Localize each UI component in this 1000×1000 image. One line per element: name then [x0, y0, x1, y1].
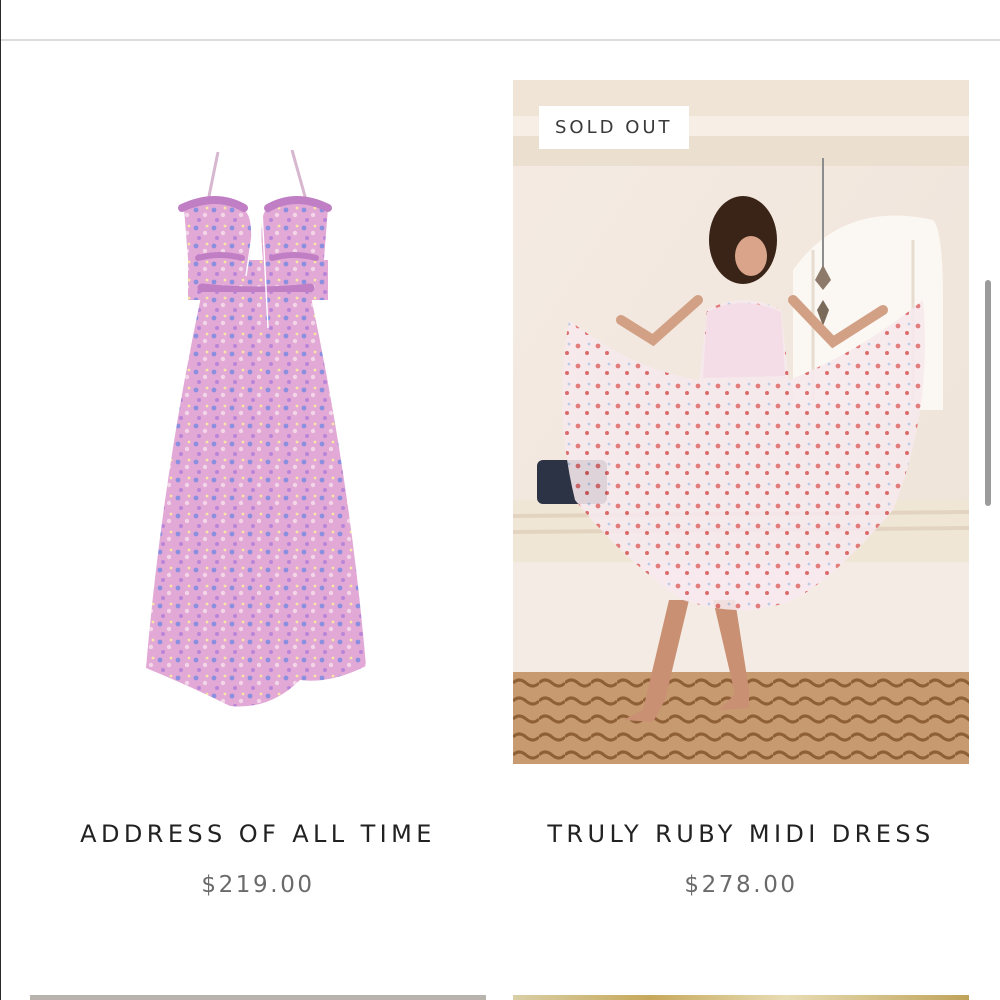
- product-image-address-of-all-time[interactable]: [30, 80, 486, 764]
- next-product-image-peek[interactable]: [30, 995, 486, 1000]
- left-edge-line: [0, 0, 1, 1000]
- product-image-truly-ruby-midi-dress[interactable]: SOLD OUT: [513, 80, 969, 764]
- product-card-truly-ruby-midi-dress[interactable]: SOLD OUT: [513, 80, 969, 764]
- product-price: $278.00: [684, 872, 798, 898]
- next-product-image-peek[interactable]: [513, 995, 969, 1000]
- header-edge: [0, 0, 1000, 40]
- scrollbar-track[interactable]: [984, 40, 992, 1000]
- model-floral-dress-photo: [513, 80, 969, 764]
- pink-floral-dress-image: [30, 80, 486, 764]
- sold-out-badge: SOLD OUT: [539, 106, 689, 149]
- product-price: $219.00: [201, 872, 315, 898]
- product-card-address-of-all-time[interactable]: [30, 80, 486, 764]
- scrollbar-thumb[interactable]: [985, 280, 991, 506]
- collection-page: SOLD OUT ADDRESS OF ALL TIME $219.00 TRU…: [0, 0, 1000, 1000]
- product-title[interactable]: ADDRESS OF ALL TIME: [30, 820, 486, 848]
- product-title[interactable]: TRULY RUBY MIDI DRESS: [513, 820, 969, 848]
- header-divider: [0, 39, 1000, 41]
